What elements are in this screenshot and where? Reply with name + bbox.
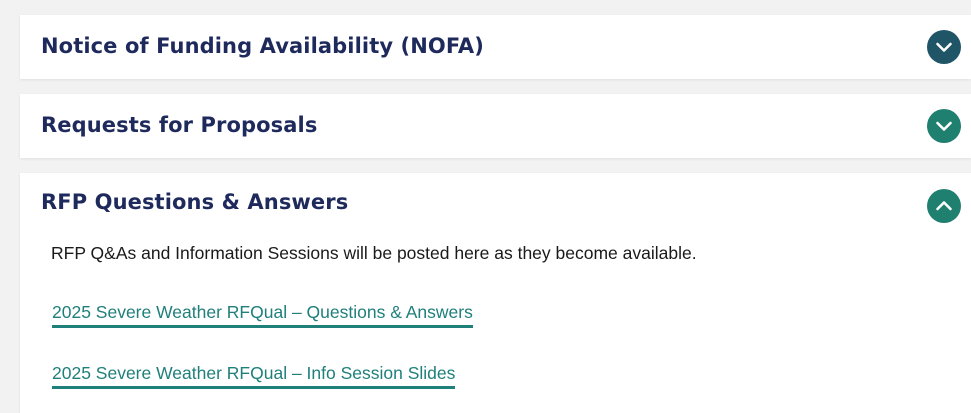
chevron-up-icon[interactable] <box>927 189 961 223</box>
section-intro-text: RFP Q&As and Information Sessions will b… <box>51 243 697 263</box>
funding-accordion: Notice of Funding Availability (NOFA) Re… <box>0 0 971 413</box>
accordion-header-rfp[interactable]: Requests for Proposals <box>20 94 971 158</box>
section-title: Notice of Funding Availability (NOFA) <box>41 34 484 58</box>
section-title: RFP Questions & Answers <box>41 190 349 214</box>
accordion-header-rfp-qa[interactable]: RFP Questions & Answers <box>20 173 971 237</box>
accordion-header-nofa[interactable]: Notice of Funding Availability (NOFA) <box>20 15 971 79</box>
accordion-section-rfp-qa: RFP Questions & Answers RFP Q&As and Inf… <box>20 173 971 413</box>
accordion-section-rfp: Requests for Proposals <box>20 94 971 158</box>
info-session-slides-link[interactable]: 2025 Severe Weather RFQual – Info Sessio… <box>52 363 456 389</box>
chevron-down-icon[interactable] <box>927 30 961 64</box>
qa-document-link[interactable]: 2025 Severe Weather RFQual – Questions &… <box>52 302 473 328</box>
chevron-down-icon[interactable] <box>927 109 961 143</box>
accordion-section-nofa: Notice of Funding Availability (NOFA) <box>20 15 971 79</box>
section-title: Requests for Proposals <box>41 113 318 137</box>
